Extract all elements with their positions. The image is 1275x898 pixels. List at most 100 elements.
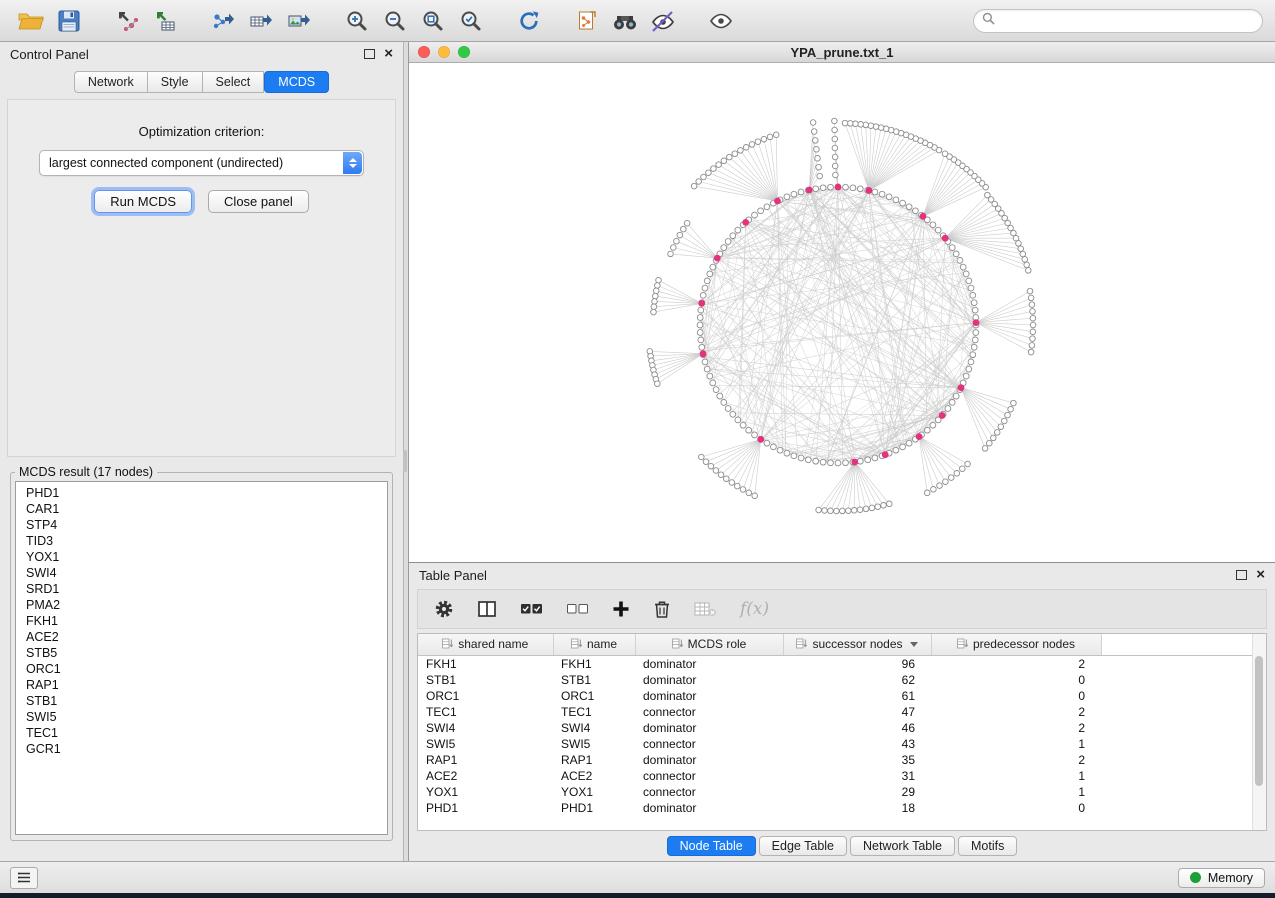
table-row[interactable]: ORC1ORC1dominator610 bbox=[418, 688, 1256, 704]
mcds-result-item[interactable]: TID3 bbox=[16, 533, 387, 549]
find-neighbors-icon[interactable] bbox=[606, 6, 644, 36]
zoom-in-icon[interactable] bbox=[338, 6, 376, 36]
mcds-result-item[interactable]: CAR1 bbox=[16, 501, 387, 517]
open-session-button[interactable] bbox=[12, 6, 50, 36]
mcds-result-title: MCDS result (17 nodes) bbox=[15, 465, 157, 479]
mcds-result-item[interactable]: ORC1 bbox=[16, 661, 387, 677]
tab-edge-table[interactable]: Edge Table bbox=[759, 836, 847, 856]
import-network-icon[interactable] bbox=[108, 6, 146, 36]
table-row[interactable]: ACE2ACE2connector311 bbox=[418, 768, 1256, 784]
table-toolbar: f(x) bbox=[417, 589, 1267, 629]
mcds-result-item[interactable]: SRD1 bbox=[16, 581, 387, 597]
window-close-button[interactable] bbox=[418, 46, 430, 58]
criterion-select[interactable]: largest connected component (undirected) bbox=[39, 150, 364, 176]
table-row[interactable]: FKH1FKH1dominator962 bbox=[418, 656, 1256, 673]
mcds-result-item[interactable]: STB5 bbox=[16, 645, 387, 661]
scrollbar-thumb[interactable] bbox=[1255, 656, 1263, 786]
import-table-icon[interactable] bbox=[146, 6, 184, 36]
mcds-result-item[interactable]: FKH1 bbox=[16, 613, 387, 629]
save-session-button[interactable] bbox=[50, 6, 88, 36]
optimization-criterion-label: Optimization criterion: bbox=[8, 124, 395, 139]
column-header-name[interactable]: name bbox=[553, 634, 635, 656]
column-filter-arrow-icon[interactable] bbox=[910, 642, 918, 647]
table-scrollbar[interactable] bbox=[1252, 634, 1266, 830]
tab-mcds[interactable]: MCDS bbox=[264, 71, 329, 93]
main-toolbar bbox=[0, 0, 1275, 42]
deselect-all-icon[interactable] bbox=[566, 601, 589, 617]
float-panel-icon[interactable] bbox=[364, 49, 375, 59]
mcds-result-item[interactable]: PHD1 bbox=[16, 485, 387, 501]
mcds-result-item[interactable]: STB1 bbox=[16, 693, 387, 709]
table-row[interactable]: STB1STB1dominator620 bbox=[418, 672, 1256, 688]
close-panel-button[interactable]: Close panel bbox=[208, 190, 309, 213]
network-graph[interactable] bbox=[409, 63, 1275, 561]
sort-icon bbox=[571, 638, 582, 652]
export-image-icon[interactable] bbox=[280, 6, 318, 36]
mcds-result-item[interactable]: YOX1 bbox=[16, 549, 387, 565]
table-row[interactable]: TEC1TEC1connector472 bbox=[418, 704, 1256, 720]
sort-icon bbox=[672, 638, 683, 652]
network-canvas[interactable] bbox=[409, 63, 1275, 562]
mcds-result-item[interactable]: ACE2 bbox=[16, 629, 387, 645]
float-table-panel-icon[interactable] bbox=[1236, 570, 1247, 580]
tab-motifs[interactable]: Motifs bbox=[958, 836, 1017, 856]
column-header-MCDS-role[interactable]: MCDS role bbox=[635, 634, 783, 656]
tab-network[interactable]: Network bbox=[74, 71, 148, 93]
table-row[interactable]: SWI4SWI4dominator462 bbox=[418, 720, 1256, 736]
status-menu-button[interactable] bbox=[10, 867, 38, 889]
tab-node-table[interactable]: Node Table bbox=[667, 836, 756, 856]
mcds-result-item[interactable]: SWI5 bbox=[16, 709, 387, 725]
table-row[interactable]: YOX1YOX1connector291 bbox=[418, 784, 1256, 800]
run-mcds-button[interactable]: Run MCDS bbox=[94, 190, 192, 213]
mcds-result-item[interactable]: GCR1 bbox=[16, 741, 387, 757]
zoom-selected-icon[interactable] bbox=[452, 6, 490, 36]
mcds-result-item[interactable]: STP4 bbox=[16, 517, 387, 533]
table-mode-gear-icon[interactable] bbox=[434, 599, 454, 619]
select-all-icon[interactable] bbox=[520, 601, 543, 617]
column-header-successor-nodes[interactable]: successor nodes bbox=[783, 634, 931, 656]
table-row[interactable]: RAP1RAP1dominator352 bbox=[418, 752, 1256, 768]
table-row[interactable]: PHD1PHD1dominator180 bbox=[418, 800, 1256, 816]
close-panel-icon[interactable]: × bbox=[384, 49, 393, 59]
network-window-titlebar: YPA_prune.txt_1 bbox=[409, 42, 1275, 63]
table-panel: Table Panel × f(x) bbox=[409, 563, 1275, 861]
search-icon bbox=[982, 12, 995, 30]
show-columns-icon[interactable] bbox=[477, 600, 497, 618]
tab-network-table[interactable]: Network Table bbox=[850, 836, 955, 856]
delete-columns-trash-icon[interactable] bbox=[653, 599, 671, 619]
tab-style[interactable]: Style bbox=[148, 71, 203, 93]
clear-table-icon-disabled bbox=[694, 601, 717, 617]
refresh-icon[interactable] bbox=[510, 6, 548, 36]
memory-button[interactable]: Memory bbox=[1178, 868, 1265, 888]
zoom-fit-icon[interactable] bbox=[414, 6, 452, 36]
network-window: YPA_prune.txt_1 bbox=[409, 42, 1275, 563]
mcds-panel: Optimization criterion: largest connecte… bbox=[7, 99, 396, 457]
zoom-out-icon[interactable] bbox=[376, 6, 414, 36]
column-header-shared-name[interactable]: shared name bbox=[418, 634, 553, 656]
style-eye-icon[interactable] bbox=[644, 6, 682, 36]
splitter-handle-icon[interactable] bbox=[403, 450, 407, 472]
window-zoom-button[interactable] bbox=[458, 46, 470, 58]
mcds-result-box: MCDS result (17 nodes) PHD1CAR1STP4TID3Y… bbox=[10, 465, 393, 841]
memory-label: Memory bbox=[1208, 871, 1253, 885]
export-table-icon[interactable] bbox=[242, 6, 280, 36]
mcds-result-item[interactable]: TEC1 bbox=[16, 725, 387, 741]
search-input[interactable] bbox=[1000, 13, 1254, 29]
mcds-result-list[interactable]: PHD1CAR1STP4TID3YOX1SWI4SRD1PMA2FKH1ACE2… bbox=[15, 481, 388, 835]
close-table-panel-icon[interactable]: × bbox=[1256, 570, 1265, 580]
sort-icon bbox=[957, 638, 968, 652]
search-box[interactable] bbox=[973, 9, 1263, 33]
export-network-icon[interactable] bbox=[204, 6, 242, 36]
clone-network-icon[interactable] bbox=[568, 6, 606, 36]
mcds-result-item[interactable]: SWI4 bbox=[16, 565, 387, 581]
window-minimize-button[interactable] bbox=[438, 46, 450, 58]
mcds-result-item[interactable]: PMA2 bbox=[16, 597, 387, 613]
create-column-icon[interactable] bbox=[612, 600, 630, 618]
function-builder-icon-disabled: f(x) bbox=[740, 599, 769, 619]
column-header-predecessor-nodes[interactable]: predecessor nodes bbox=[931, 634, 1101, 656]
eye-icon[interactable] bbox=[702, 6, 740, 36]
table-row[interactable]: SWI5SWI5connector431 bbox=[418, 736, 1256, 752]
tab-select[interactable]: Select bbox=[203, 71, 265, 93]
mcds-result-item[interactable]: RAP1 bbox=[16, 677, 387, 693]
sort-icon bbox=[796, 638, 807, 652]
